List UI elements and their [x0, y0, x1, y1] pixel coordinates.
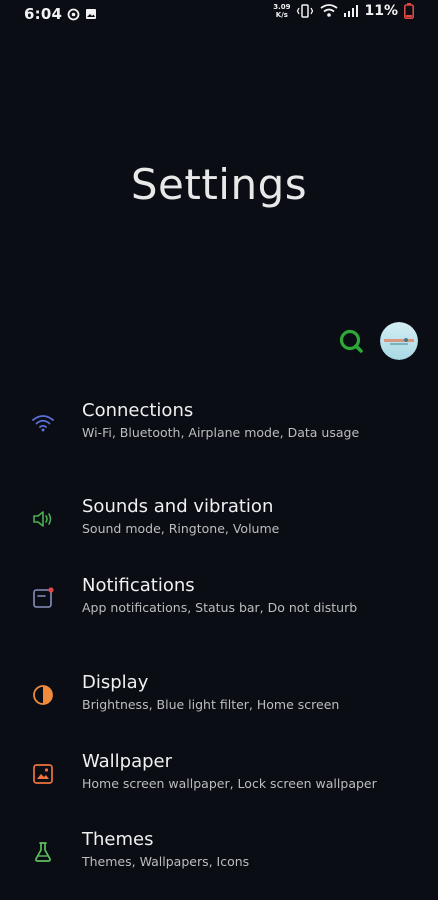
themes-icon — [30, 839, 56, 865]
settings-item-subtitle: Sound mode, Ringtone, Volume — [82, 521, 280, 536]
settings-item-title: Connections — [82, 400, 194, 421]
notification-icon — [30, 585, 56, 611]
wifi-status-icon — [320, 3, 339, 19]
settings-item-display[interactable]: Display Brightness, Blue light filter, H… — [0, 672, 438, 732]
vibrate-icon — [296, 3, 314, 19]
settings-item-themes[interactable]: Themes Themes, Wallpapers, Icons — [0, 829, 438, 889]
net-speed: 3.09 K/s — [273, 3, 290, 19]
speaker-icon — [30, 506, 56, 532]
status-app-icon — [67, 8, 80, 21]
settings-item-notifications[interactable]: Notifications App notifications, Status … — [0, 575, 438, 635]
net-speed-unit: K/s — [275, 11, 288, 19]
settings-item-title: Display — [82, 672, 149, 693]
page-title: Settings — [130, 160, 308, 209]
status-right: 3.09 K/s 11% — [273, 3, 414, 19]
settings-item-title: Wallpaper — [82, 751, 173, 772]
status-gallery-icon — [85, 8, 97, 20]
search-icon[interactable] — [338, 328, 364, 354]
settings-screen: 6:04 3.09 K/s 11% Settings Connections W… — [0, 0, 438, 900]
settings-item-subtitle: Home screen wallpaper, Lock screen wallp… — [82, 776, 377, 791]
settings-item-subtitle: Brightness, Blue light filter, Home scre… — [82, 697, 340, 712]
wifi-icon — [30, 410, 56, 436]
settings-item-subtitle: Wi-Fi, Bluetooth, Airplane mode, Data us… — [82, 425, 360, 440]
settings-item-subtitle: App notifications, Status bar, Do not di… — [82, 600, 358, 615]
status-time: 6:04 — [24, 5, 63, 23]
display-icon — [30, 682, 56, 708]
signal-icon — [344, 5, 359, 17]
settings-item-title: Sounds and vibration — [82, 496, 274, 517]
header-actions — [338, 322, 418, 360]
settings-item-title: Themes — [82, 829, 154, 850]
settings-item-subtitle: Themes, Wallpapers, Icons — [82, 854, 250, 869]
settings-item-title: Notifications — [82, 575, 195, 596]
battery-percent: 11% — [364, 3, 398, 19]
status-bar: 6:04 3.09 K/s 11% — [0, 0, 438, 28]
status-left: 6:04 — [24, 5, 97, 23]
wallpaper-icon — [30, 761, 56, 787]
battery-icon — [404, 3, 414, 19]
profile-avatar[interactable] — [380, 322, 418, 360]
settings-item-connections[interactable]: Connections Wi-Fi, Bluetooth, Airplane m… — [0, 400, 438, 460]
settings-item-sounds[interactable]: Sounds and vibration Sound mode, Rington… — [0, 496, 438, 556]
net-speed-value: 3.09 — [273, 3, 291, 11]
settings-item-wallpaper[interactable]: Wallpaper Home screen wallpaper, Lock sc… — [0, 751, 438, 811]
